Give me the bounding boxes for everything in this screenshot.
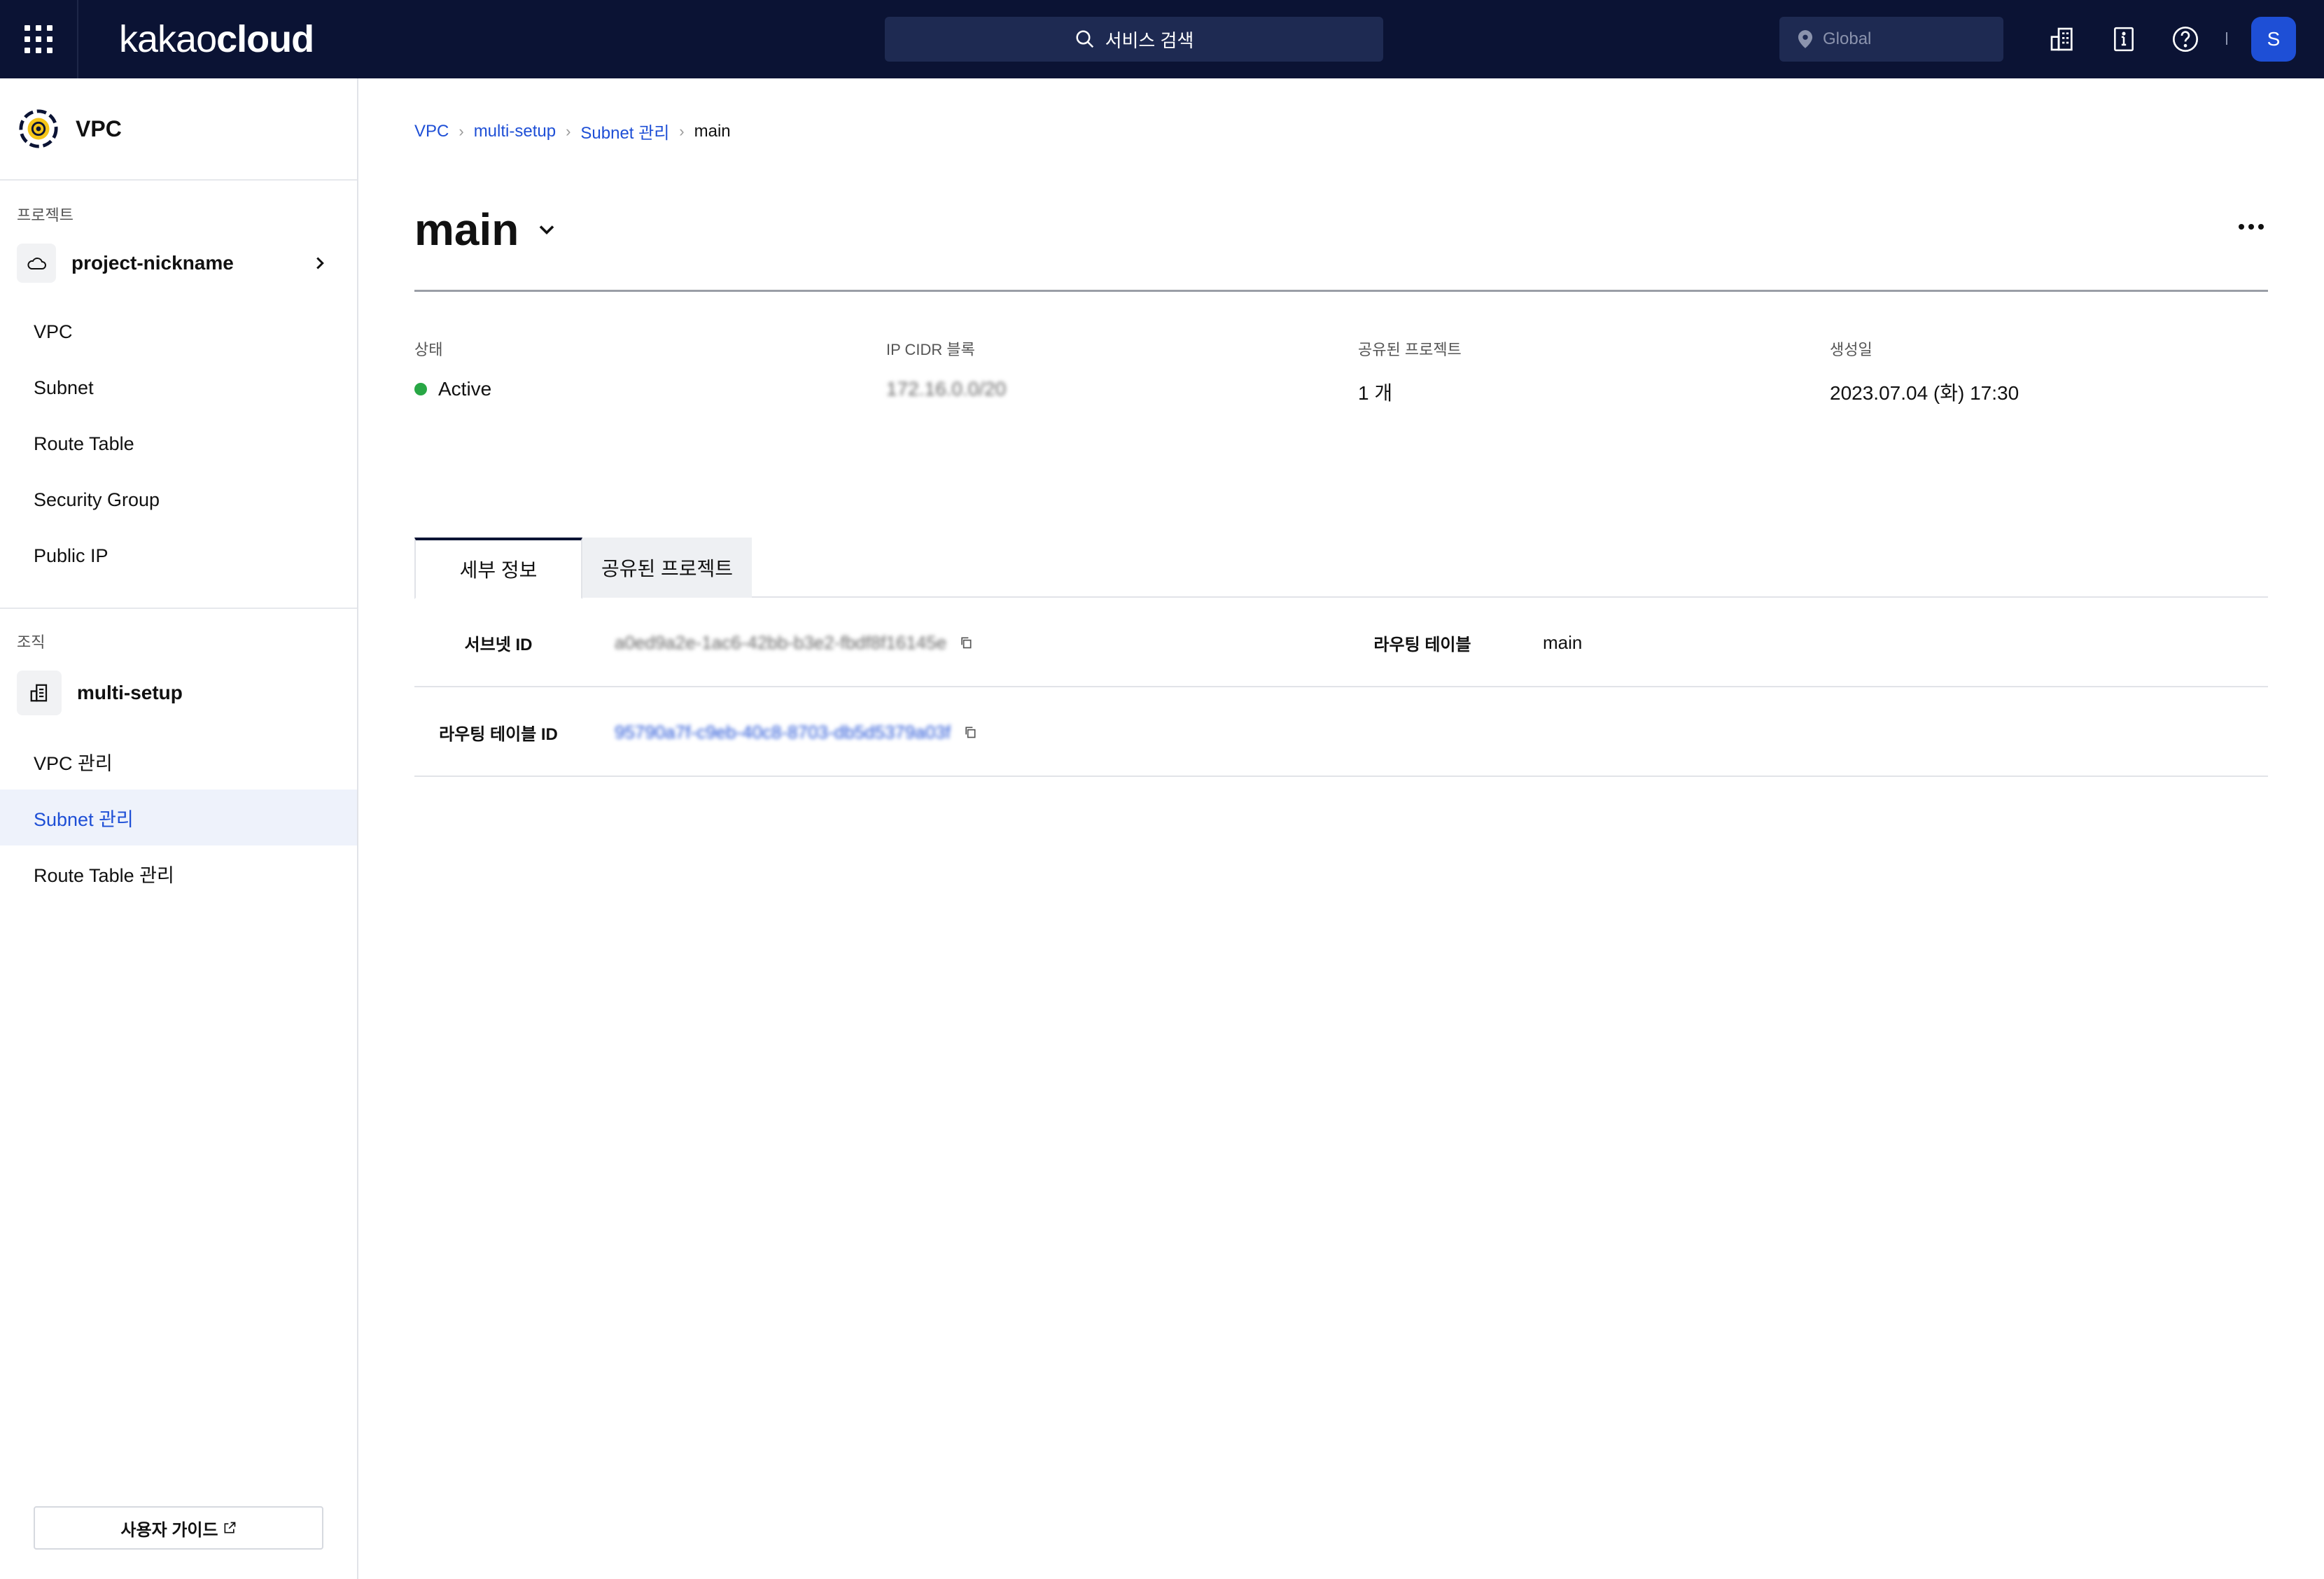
kakaocloud-logo[interactable]: kakaocloud — [119, 17, 314, 61]
breadcrumb: VPC › multi-setup › Subnet 관리 › main — [414, 119, 731, 143]
user-guide-button[interactable]: 사용자 가이드 — [34, 1506, 323, 1550]
cloud-icon — [17, 244, 56, 283]
breadcrumb-subnet-manage[interactable]: Subnet 관리 — [580, 119, 669, 143]
detail-row: 라우팅 테이블 ID 95790a7f-c9eb-40c8-8703-db5d5… — [414, 687, 2268, 777]
created-date-label: 생성일 — [1830, 341, 1872, 358]
detail-row: 서브넷 ID a0ed9a2e-1ac6-42bb-b3e2-fbdf8f161… — [414, 598, 2268, 687]
topbar-divider — [2226, 32, 2227, 45]
sidebar-item-vpc[interactable]: VPC — [0, 304, 357, 360]
vpc-service-icon — [19, 109, 58, 148]
routing-table-id-value-cell: 95790a7f-c9eb-40c8-8703-db5d5379a03f — [615, 687, 977, 777]
service-search-input[interactable]: 서비스 검색 — [885, 17, 1383, 62]
service-title: VPC — [76, 115, 122, 141]
tab-shared-projects[interactable]: 공유된 프로젝트 — [582, 538, 752, 598]
organization-name: multi-setup — [77, 682, 183, 703]
project-section-label: 프로젝트 — [17, 206, 74, 224]
breadcrumb-chevron-icon: › — [458, 122, 464, 140]
sidebar-item-security-group[interactable]: Security Group — [0, 472, 357, 528]
help-icon — [2173, 27, 2198, 52]
sidebar-item-route-table[interactable]: Route Table — [0, 416, 357, 472]
tab-details[interactable]: 세부 정보 — [414, 538, 582, 599]
apps-grid-icon — [24, 25, 52, 53]
shared-projects-field: 공유된 프로젝트 1 개 — [1358, 337, 1462, 406]
breadcrumb-current: main — [694, 121, 731, 141]
created-date-value: 2023.07.04 (화) 17:30 — [1830, 382, 2019, 404]
info-book-icon — [2114, 27, 2134, 52]
apps-menu-button[interactable] — [0, 0, 78, 78]
user-avatar[interactable]: S — [2251, 17, 2296, 62]
copy-icon — [965, 727, 976, 738]
copy-routing-table-id-button[interactable] — [963, 725, 977, 739]
copy-subnet-id-button[interactable] — [959, 636, 973, 650]
status-label: 상태 — [414, 341, 443, 358]
organization-selector[interactable]: multi-setup — [0, 665, 357, 721]
project-name: project-nickname — [71, 252, 234, 274]
status-value: Active — [438, 378, 492, 400]
title-divider — [414, 290, 2268, 292]
sidebar-item-subnet[interactable]: Subnet — [0, 360, 357, 416]
user-guide-label: 사용자 가이드 — [120, 1520, 218, 1540]
copy-icon — [961, 637, 972, 649]
chevron-right-icon — [316, 257, 324, 269]
org-section-label: 조직 — [17, 633, 46, 651]
breadcrumb-chevron-icon: › — [566, 122, 571, 140]
sidebar-item-route-table-manage[interactable]: Route Table 관리 — [0, 845, 357, 901]
more-actions-button[interactable] — [2234, 220, 2268, 234]
region-selector[interactable]: Global — [1779, 17, 2003, 62]
cidr-field: IP CIDR 블록 172.16.0.0/20 — [886, 337, 1006, 400]
subnet-id-value-cell: a0ed9a2e-1ac6-42bb-b3e2-fbdf8f16145e — [615, 598, 973, 687]
status-dot-icon — [414, 383, 427, 395]
more-dot — [2239, 224, 2244, 230]
sidebar-item-vpc-manage[interactable]: VPC 관리 — [0, 734, 357, 790]
routing-table-id-label: 라우팅 테이블 ID — [439, 724, 558, 744]
cidr-label: IP CIDR 블록 — [886, 341, 975, 358]
search-icon — [1076, 30, 1093, 48]
detail-table: 서브넷 ID a0ed9a2e-1ac6-42bb-b3e2-fbdf8f161… — [414, 598, 2268, 777]
sidebar-item-subnet-manage[interactable]: Subnet 관리 — [0, 790, 357, 845]
routing-table-value: main — [1543, 631, 1583, 653]
help-button[interactable] — [2169, 22, 2202, 56]
breadcrumb-chevron-icon: › — [679, 122, 685, 140]
building-icon — [17, 671, 62, 715]
routing-table-id-link[interactable]: 95790a7f-c9eb-40c8-8703-db5d5379a03f — [615, 722, 951, 743]
building-icon — [2050, 27, 2073, 51]
logo-text-kakao: kakao — [119, 18, 217, 60]
location-pin-icon — [1798, 30, 1813, 48]
shared-projects-value: 1 개 — [1358, 382, 1393, 404]
more-dot — [2248, 224, 2254, 230]
service-header: VPC — [0, 78, 357, 181]
search-placeholder: 서비스 검색 — [1105, 29, 1194, 51]
more-dot — [2258, 224, 2264, 230]
created-date-field: 생성일 2023.07.04 (화) 17:30 — [1830, 337, 2019, 406]
subnet-id-value: a0ed9a2e-1ac6-42bb-b3e2-fbdf8f16145e — [615, 631, 947, 653]
status-value-row: Active — [414, 378, 491, 400]
tab-bar: 세부 정보 공유된 프로젝트 — [414, 538, 2268, 599]
chevron-down-icon — [540, 225, 554, 235]
external-link-icon — [224, 1522, 235, 1534]
routing-table-label: 라우팅 테이블 — [1373, 635, 1471, 654]
breadcrumb-vpc[interactable]: VPC — [414, 122, 449, 141]
title-row: main — [414, 202, 2268, 258]
status-field: 상태 Active — [414, 337, 491, 400]
logo-text-cloud: cloud — [216, 18, 314, 60]
sidebar: VPC 프로젝트 project-nickname VPC Subnet Rou… — [0, 78, 358, 1579]
breadcrumb-multi-setup[interactable]: multi-setup — [474, 122, 556, 141]
subnet-id-label: 서브넷 ID — [464, 635, 533, 654]
info-docs-button[interactable] — [2107, 22, 2141, 56]
page-title: main — [414, 204, 519, 255]
sidebar-item-public-ip[interactable]: Public IP — [0, 528, 357, 584]
region-label: Global — [1823, 29, 1872, 48]
shared-projects-label: 공유된 프로젝트 — [1358, 341, 1462, 358]
cidr-value: 172.16.0.0/20 — [886, 378, 1007, 400]
organization-button[interactable] — [2045, 22, 2079, 56]
project-selector[interactable]: project-nickname — [0, 235, 357, 291]
subnet-switcher-button[interactable] — [538, 224, 555, 235]
